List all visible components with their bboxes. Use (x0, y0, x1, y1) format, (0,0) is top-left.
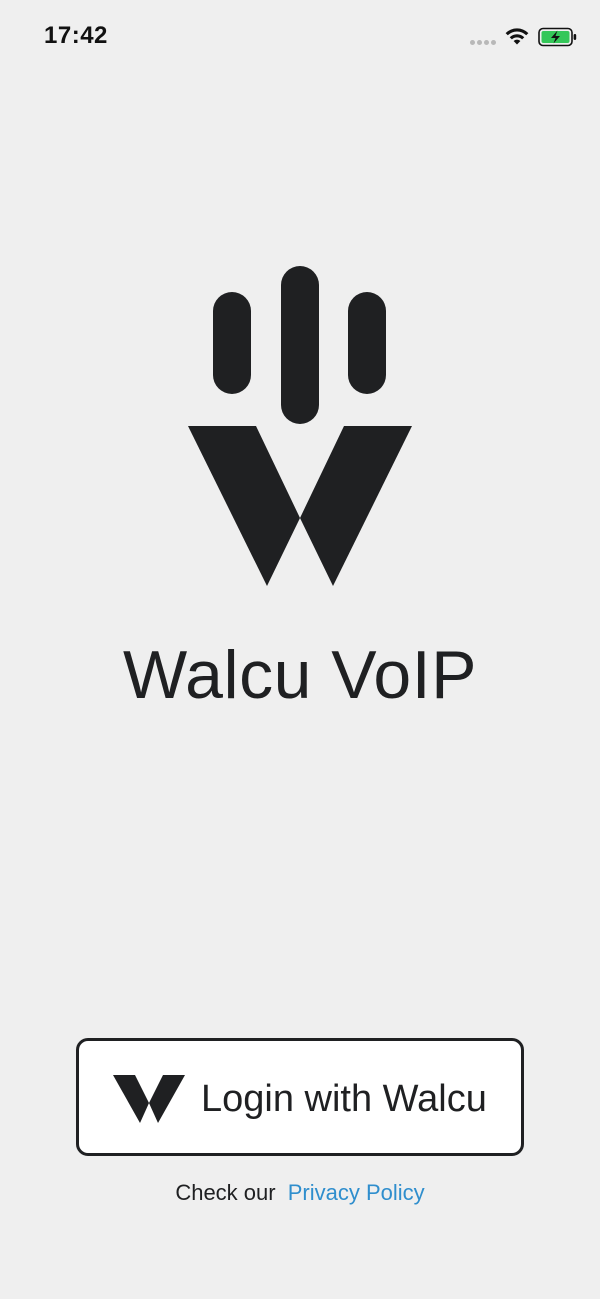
privacy-prefix-text: Check our (175, 1180, 276, 1205)
walcu-logo-icon (113, 1075, 185, 1123)
signal-dots-icon (470, 40, 496, 45)
wifi-icon (505, 28, 529, 45)
app-title: Walcu VoIP (123, 637, 477, 713)
walcu-logo-icon (188, 266, 412, 586)
login-button-label: Login with Walcu (201, 1078, 487, 1120)
privacy-notice: Check our Privacy Policy (0, 1180, 600, 1206)
status-bar: 17:42 (0, 0, 600, 74)
battery-charging-icon (538, 27, 577, 47)
status-time: 17:42 (44, 22, 108, 49)
privacy-policy-link[interactable]: Privacy Policy (288, 1180, 425, 1205)
login-with-walcu-button[interactable]: Login with Walcu (76, 1038, 524, 1156)
login-screen: 17:42 Walcu VoIP Login with Walcu Check … (0, 0, 600, 1299)
